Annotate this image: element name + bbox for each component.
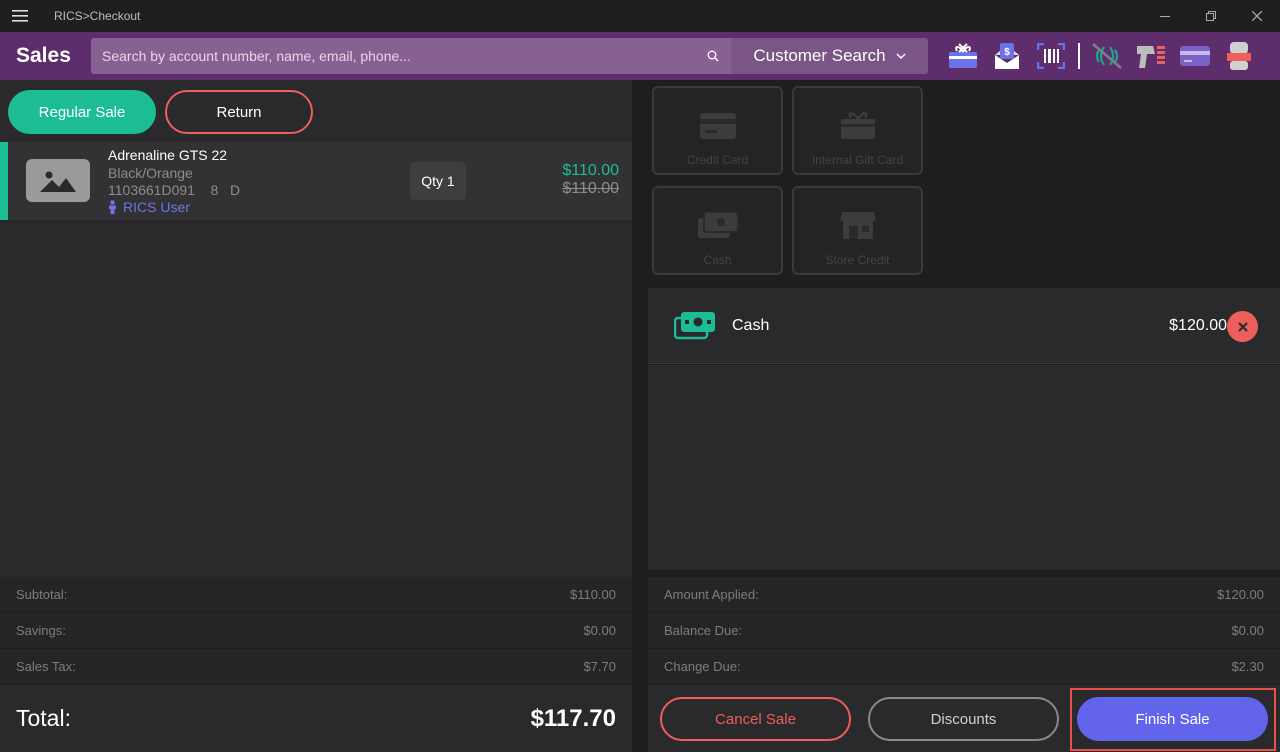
finish-sale-button[interactable]: Finish Sale — [1077, 697, 1268, 741]
quantity-button[interactable]: Qty 1 — [410, 162, 466, 200]
item-original-price: $110.00 — [562, 180, 619, 197]
change-due-value: $2.30 — [1231, 659, 1264, 674]
item-price: $110.00 — [562, 162, 619, 179]
item-size: 8 — [210, 182, 219, 198]
page-title: Sales — [16, 44, 71, 67]
discounts-button[interactable]: Discounts — [868, 697, 1059, 741]
total-value: $117.70 — [530, 704, 616, 732]
action-bar: Cancel Sale Discounts Finish Sale — [648, 685, 1280, 752]
sales-tax-row: Sales Tax: $7.70 — [0, 649, 632, 685]
tab-return[interactable]: Return — [165, 90, 313, 134]
cash-icon — [697, 211, 739, 238]
header-divider — [1078, 43, 1080, 69]
gift-card-icon — [840, 112, 875, 139]
sales-tax-value: $7.70 — [583, 659, 616, 674]
balance-due-label: Balance Due: — [664, 623, 743, 638]
close-icon — [1237, 321, 1248, 332]
store-icon — [839, 212, 876, 239]
card-reader-icon[interactable] — [1178, 40, 1212, 72]
subtotal-value: $110.00 — [569, 587, 616, 602]
search-icon[interactable] — [707, 49, 719, 67]
amount-applied-label: Amount Applied: — [664, 587, 759, 602]
cash-drawer-icon[interactable] — [1222, 40, 1256, 72]
sales-tax-label: Sales Tax: — [16, 659, 76, 674]
chevron-down-icon — [896, 53, 906, 59]
window-title: RICS>Checkout — [54, 9, 141, 23]
savings-row: Savings: $0.00 — [0, 613, 632, 649]
payment-item[interactable]: Cash $120.00 — [648, 288, 1280, 364]
item-user-name: RICS User — [123, 199, 190, 215]
sale-type-tabs: Regular Sale Return — [8, 90, 313, 134]
item-user[interactable]: RICS User — [108, 199, 190, 215]
amount-applied-value: $120.00 — [1217, 587, 1264, 602]
svg-text:$: $ — [1004, 47, 1010, 58]
search-bar: Customer Search — [91, 38, 928, 74]
item-sku-number: 1103661D091 — [108, 182, 195, 198]
restore-icon[interactable] — [1188, 0, 1234, 32]
hamburger-icon[interactable] — [0, 0, 40, 32]
gift-card-icon[interactable] — [946, 40, 980, 72]
cart-panel: Regular Sale Return Adrenaline GTS 22 Bl… — [0, 80, 632, 752]
customer-search-label: Customer Search — [753, 46, 886, 65]
payment-amount: $120.00 — [1169, 317, 1227, 334]
payments-empty-area — [648, 365, 1280, 570]
total-row: Total: $117.70 — [0, 685, 632, 752]
savings-label: Savings: — [16, 623, 66, 638]
title-bar: RICS>Checkout — [0, 0, 1280, 32]
balance-due-row: Balance Due: $0.00 — [648, 613, 1280, 649]
tender-label: Credit Card — [686, 153, 749, 167]
printer-icon[interactable] — [1134, 40, 1168, 72]
payment-method: Cash — [732, 317, 770, 334]
tender-label: Internal Gift Card — [811, 153, 904, 167]
item-name: Adrenaline GTS 22 — [108, 147, 228, 163]
tender-cash[interactable]: Cash — [652, 186, 783, 275]
credit-card-icon — [699, 113, 736, 139]
email-receipt-icon[interactable]: $ — [990, 40, 1024, 72]
remove-payment-button[interactable] — [1227, 311, 1258, 342]
image-placeholder-icon — [26, 159, 90, 202]
close-icon[interactable] — [1234, 0, 1280, 32]
sale-summary: Subtotal: $110.00 Savings: $0.00 Sales T… — [0, 577, 632, 685]
change-due-label: Change Due: — [664, 659, 741, 674]
item-width: D — [229, 182, 241, 198]
cart-empty-area — [0, 221, 632, 570]
tender-label: Store Credit — [825, 253, 890, 267]
cash-icon — [673, 310, 716, 345]
tender-store-credit[interactable]: Store Credit — [792, 186, 923, 275]
change-due-row: Change Due: $2.30 — [648, 649, 1280, 685]
subtotal-row: Subtotal: $110.00 — [0, 577, 632, 613]
search-input[interactable] — [91, 48, 691, 64]
tender-label: Cash — [703, 253, 732, 267]
line-item[interactable]: Adrenaline GTS 22 Black/Orange 1103661D0… — [0, 142, 632, 220]
savings-value: $0.00 — [583, 623, 616, 638]
cancel-sale-button[interactable]: Cancel Sale — [660, 697, 851, 741]
minimize-icon[interactable] — [1142, 0, 1188, 32]
person-icon — [109, 200, 116, 214]
total-label: Total: — [16, 705, 71, 731]
barcode-scanner-icon[interactable] — [1034, 40, 1068, 72]
subtotal-label: Subtotal: — [16, 587, 68, 602]
amount-applied-row: Amount Applied: $120.00 — [648, 577, 1280, 613]
item-color: Black/Orange — [108, 165, 193, 181]
tender-credit-card[interactable]: Credit Card — [652, 86, 783, 175]
app-header: Sales Customer Search $ — [0, 32, 1280, 80]
payment-panel: Credit Card Internal Gift Card Cash Stor… — [648, 80, 1280, 752]
customer-search-dropdown[interactable]: Customer Search — [731, 38, 928, 74]
tender-internal-gift-card[interactable]: Internal Gift Card — [792, 86, 923, 175]
search-box — [91, 38, 731, 74]
tab-regular-sale[interactable]: Regular Sale — [8, 90, 156, 134]
nfc-disabled-icon[interactable] — [1090, 40, 1124, 72]
item-sku: 1103661D091 8 D — [108, 182, 240, 198]
payment-summary: Amount Applied: $120.00 Balance Due: $0.… — [648, 577, 1280, 685]
balance-due-value: $0.00 — [1231, 623, 1264, 638]
